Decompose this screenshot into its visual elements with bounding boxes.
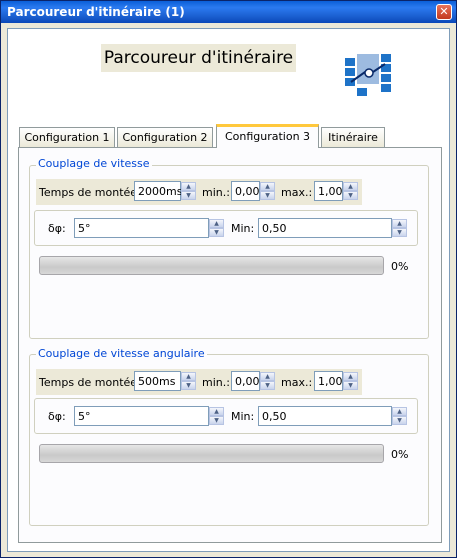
spin-down-icon[interactable]: ▼ [209, 416, 224, 425]
min2-stepper[interactable]: ▲ ▼ [392, 407, 407, 425]
delta-phi-field[interactable]: 5° [74, 406, 209, 426]
spin-up-icon[interactable]: ▲ [209, 219, 224, 228]
spin-down-icon[interactable]: ▼ [209, 228, 224, 237]
spin-down-icon[interactable]: ▼ [392, 228, 407, 237]
min-field[interactable]: 0,00 [231, 181, 260, 201]
max-label: max.: [281, 186, 313, 199]
tab-configuration-2[interactable]: Configuration 2 [117, 127, 213, 147]
group-title: Couplage de vitesse angulaire [36, 347, 207, 360]
min2-label: Min: [231, 222, 255, 235]
rise-time-field[interactable]: 500ms [134, 371, 181, 391]
max-stepper[interactable]: ▲ ▼ [343, 372, 358, 390]
delta-phi-label: δφ: [48, 222, 66, 235]
spin-down-icon[interactable]: ▼ [343, 191, 358, 200]
max-field[interactable]: 1,00 [314, 181, 343, 201]
min-field[interactable]: 0,00 [231, 371, 260, 391]
spin-up-icon[interactable]: ▲ [260, 182, 275, 191]
tab-configuration-1[interactable]: Configuration 1 [19, 127, 115, 147]
spin-up-icon[interactable]: ▲ [392, 407, 407, 416]
min-label: min.: [202, 186, 230, 199]
tab-panel: Couplage de vitesse Temps de montée: 200… [18, 147, 442, 543]
progress-percent: 0% [391, 448, 409, 461]
tab-label: Configuration 1 [24, 131, 110, 144]
route-logo-icon [345, 54, 391, 96]
min-stepper[interactable]: ▲ ▼ [260, 372, 275, 390]
spin-up-icon[interactable]: ▲ [260, 372, 275, 381]
header-title: Parcoureur d'itinéraire [101, 44, 296, 72]
group-title: Couplage de vitesse [36, 157, 152, 170]
rise-time-label: Temps de montée: [39, 376, 141, 389]
spin-down-icon[interactable]: ▼ [343, 381, 358, 390]
spin-up-icon[interactable]: ▲ [343, 372, 358, 381]
progress-bar [39, 256, 384, 275]
spin-down-icon[interactable]: ▼ [181, 381, 196, 390]
delta-phi-stepper[interactable]: ▲ ▼ [209, 219, 224, 237]
rise-time-label: Temps de montée: [39, 186, 141, 199]
rise-time-field[interactable]: 2000ms [134, 181, 182, 201]
spin-down-icon[interactable]: ▼ [260, 191, 275, 200]
delta-phi-field[interactable]: 5° [74, 218, 209, 238]
spin-down-icon[interactable]: ▼ [392, 416, 407, 425]
tab-label: Configuration 2 [122, 131, 208, 144]
tab-label: Itinéraire [328, 131, 378, 144]
spin-down-icon[interactable]: ▼ [260, 381, 275, 390]
progress-percent: 0% [391, 260, 409, 273]
max-stepper[interactable]: ▲ ▼ [343, 182, 358, 200]
spin-up-icon[interactable]: ▲ [343, 182, 358, 191]
spin-up-icon[interactable]: ▲ [392, 219, 407, 228]
close-button[interactable]: ✕ [436, 4, 452, 20]
max-label: max.: [281, 376, 313, 389]
min2-field[interactable]: 0,50 [258, 218, 392, 238]
delta-phi-label: δφ: [48, 410, 66, 423]
rise-time-stepper[interactable]: ▲ ▼ [181, 372, 196, 390]
tab-itineraire[interactable]: Itinéraire [321, 127, 385, 147]
tab-configuration-3[interactable]: Configuration 3 [216, 124, 319, 148]
rise-time-stepper[interactable]: ▲ ▼ [181, 182, 196, 200]
max-field[interactable]: 1,00 [314, 371, 343, 391]
spin-up-icon[interactable]: ▲ [181, 182, 196, 191]
spin-up-icon[interactable]: ▲ [181, 372, 196, 381]
close-icon: ✕ [439, 5, 449, 18]
spin-down-icon[interactable]: ▼ [181, 191, 196, 200]
delta-phi-stepper[interactable]: ▲ ▼ [209, 407, 224, 425]
title-bar[interactable]: Parcoureur d'itinéraire (1) ✕ [1, 1, 456, 23]
spin-up-icon[interactable]: ▲ [209, 407, 224, 416]
app-window: Parcoureur d'itinéraire (1) ✕ Parcoureur… [0, 0, 457, 558]
tab-label: Configuration 3 [224, 130, 311, 143]
min-stepper[interactable]: ▲ ▼ [260, 182, 275, 200]
min2-label: Min: [231, 410, 255, 423]
progress-bar [39, 444, 384, 463]
min-label: min.: [202, 376, 230, 389]
window-title: Parcoureur d'itinéraire (1) [7, 5, 185, 19]
min2-field[interactable]: 0,50 [258, 406, 392, 426]
min2-stepper[interactable]: ▲ ▼ [392, 219, 407, 237]
